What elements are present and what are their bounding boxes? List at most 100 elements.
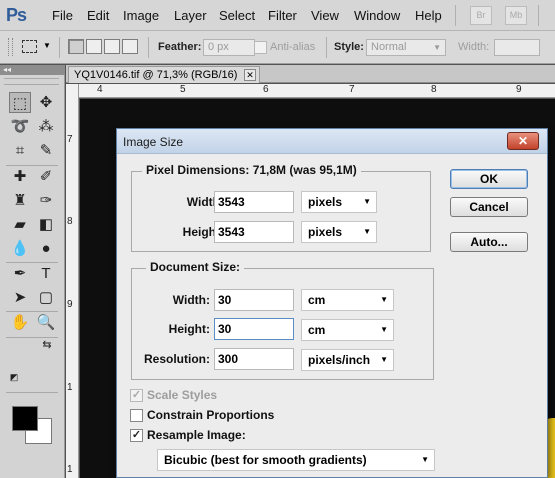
document-tab-title: YQ1V0146.tif @ 71,3% (RGB/16) xyxy=(74,69,238,81)
pixel-dimensions-legend: Pixel Dimensions: 71,8M (was 95,1M) xyxy=(142,163,361,177)
close-icon[interactable]: ✕ xyxy=(244,69,256,81)
dialog-title-bar[interactable]: Image Size ✕ xyxy=(117,129,547,154)
document-size-group: Document Size: Width: 30 cm ▼ Height: 30 … xyxy=(131,260,434,380)
mini-bridge-button[interactable]: Mb xyxy=(505,6,527,25)
bridge-button[interactable]: Br xyxy=(470,6,492,25)
feather-input[interactable]: 0 px xyxy=(203,39,255,56)
ruler-tick: 7 xyxy=(67,134,73,145)
doc-height-unit: cm xyxy=(308,323,326,337)
menu-view[interactable]: View xyxy=(311,8,339,23)
ruler-tick: 5 xyxy=(180,84,186,95)
collapse-panel-icon[interactable]: ◂◂ xyxy=(0,65,65,75)
pen-tool-icon[interactable]: ✒ xyxy=(9,263,31,284)
marquee-preset-icon[interactable] xyxy=(22,40,37,53)
vertical-ruler[interactable]: 7 8 9 1 1 xyxy=(66,84,79,478)
scale-styles-label: Scale Styles xyxy=(147,388,218,402)
ruler-tick: 8 xyxy=(67,216,73,227)
subtract-selection-button[interactable] xyxy=(104,39,120,54)
chevron-down-icon: ▼ xyxy=(363,197,371,206)
menu-layer[interactable]: Layer xyxy=(174,8,207,23)
pixel-height-unit-select[interactable]: pixels ▼ xyxy=(301,221,377,243)
spot-healing-icon[interactable]: ✚ xyxy=(9,166,31,187)
type-tool-icon[interactable]: T xyxy=(35,263,57,284)
antialias-checkbox[interactable] xyxy=(254,41,267,54)
brush-tool-icon[interactable]: ✐ xyxy=(35,166,57,187)
path-selection-icon[interactable]: ➤ xyxy=(9,287,31,308)
resolution-label: Resolution: xyxy=(144,352,210,366)
menu-edit[interactable]: Edit xyxy=(87,8,109,23)
history-brush-icon[interactable]: ✑ xyxy=(35,190,57,211)
close-button[interactable]: ✕ xyxy=(507,132,539,150)
doc-width-input[interactable]: 30 xyxy=(214,289,294,311)
style-select[interactable]: Normal ▼ xyxy=(366,39,446,56)
dodge-tool-icon[interactable]: ● xyxy=(35,238,57,259)
eyedropper-icon[interactable]: ✎ xyxy=(35,140,57,161)
cancel-button[interactable]: Cancel xyxy=(450,197,528,217)
rectangular-marquee-icon[interactable]: ⬚ xyxy=(9,92,31,113)
resample-method-select[interactable]: Bicubic (best for smooth gradients) ▼ xyxy=(157,449,435,471)
default-colors-icon[interactable]: ◩ xyxy=(8,371,20,383)
ruler-tick: 1 xyxy=(67,464,73,475)
ok-button[interactable]: OK xyxy=(450,169,528,189)
lasso-tool-icon[interactable]: ➰ xyxy=(9,116,31,137)
scale-styles-checkbox[interactable]: ✓ xyxy=(130,389,143,402)
auto-button[interactable]: Auto... xyxy=(450,232,528,252)
menu-image[interactable]: Image xyxy=(123,8,159,23)
pixel-width-unit-select[interactable]: pixels ▼ xyxy=(301,191,377,213)
menu-separator xyxy=(455,5,456,26)
menu-filter[interactable]: Filter xyxy=(268,8,297,23)
resample-image-label: Resample Image: xyxy=(147,428,246,442)
eraser-tool-icon[interactable]: ▰ xyxy=(9,214,31,235)
document-tab[interactable]: YQ1V0146.tif @ 71,3% (RGB/16) ✕ xyxy=(68,66,260,83)
pixel-width-unit: pixels xyxy=(308,195,343,209)
constrain-proportions-checkbox[interactable] xyxy=(130,409,143,422)
new-selection-button[interactable] xyxy=(68,39,84,54)
hand-tool-icon[interactable]: ✋ xyxy=(9,312,31,333)
options-grip xyxy=(8,38,13,56)
panel-grip[interactable] xyxy=(4,78,59,85)
pixel-height-input[interactable]: 3543 xyxy=(214,221,294,243)
crop-tool-icon[interactable]: ⌗ xyxy=(9,140,31,161)
doc-height-label: Height: xyxy=(168,322,210,336)
swap-colors-icon[interactable]: ⇆ xyxy=(40,338,54,352)
pixel-width-input[interactable]: 3543 xyxy=(214,191,294,213)
width-input[interactable] xyxy=(494,39,540,56)
intersect-selection-button[interactable] xyxy=(122,39,138,54)
clone-stamp-icon[interactable]: ♜ xyxy=(9,190,31,211)
menu-file[interactable]: File xyxy=(52,8,73,23)
zoom-tool-icon[interactable]: 🔍 xyxy=(35,312,57,333)
resolution-input[interactable]: 300 xyxy=(214,348,294,370)
pixel-height-unit: pixels xyxy=(308,225,343,239)
options-bar: ▼ Feather: 0 px Anti-alias Style: Normal… xyxy=(0,31,555,64)
menu-window[interactable]: Window xyxy=(354,8,400,23)
style-value: Normal xyxy=(371,41,407,53)
blur-tool-icon[interactable]: 💧 xyxy=(9,238,31,259)
chevron-down-icon: ▼ xyxy=(380,355,388,364)
ruler-tick: 1 xyxy=(67,382,73,393)
style-label: Style: xyxy=(334,41,364,53)
constrain-proportions-label: Constrain Proportions xyxy=(147,408,275,422)
horizontal-ruler[interactable]: 4 5 6 7 8 9 xyxy=(79,84,555,98)
doc-width-unit-select[interactable]: cm ▼ xyxy=(301,289,394,311)
doc-height-input[interactable]: 30 xyxy=(214,318,294,340)
menu-help[interactable]: Help xyxy=(415,8,442,23)
ruler-tick: 4 xyxy=(97,84,103,95)
photoshop-logo: Ps xyxy=(6,5,27,25)
gradient-tool-icon[interactable]: ◧ xyxy=(35,214,57,235)
add-selection-button[interactable] xyxy=(86,39,102,54)
ruler-tick: 7 xyxy=(349,84,355,95)
document-tab-bar: YQ1V0146.tif @ 71,3% (RGB/16) ✕ xyxy=(66,65,555,83)
doc-height-unit-select[interactable]: cm ▼ xyxy=(301,319,394,341)
shape-tool-icon[interactable]: ▢ xyxy=(35,287,57,308)
move-tool-icon[interactable]: ✥ xyxy=(35,92,57,113)
chevron-down-icon[interactable]: ▼ xyxy=(43,41,51,50)
quick-selection-icon[interactable]: ⁂ xyxy=(35,116,57,137)
foreground-color-swatch[interactable] xyxy=(12,406,38,431)
antialias-label: Anti-alias xyxy=(270,41,316,53)
menu-select[interactable]: Select xyxy=(219,8,255,23)
options-separator xyxy=(148,37,149,58)
pixel-dimensions-group: Pixel Dimensions: 71,8M (was 95,1M) Widt… xyxy=(131,163,431,252)
resample-image-checkbox[interactable]: ✓ xyxy=(130,429,143,442)
width-label: Width: xyxy=(458,41,490,53)
resolution-unit-select[interactable]: pixels/inch ▼ xyxy=(301,349,394,371)
